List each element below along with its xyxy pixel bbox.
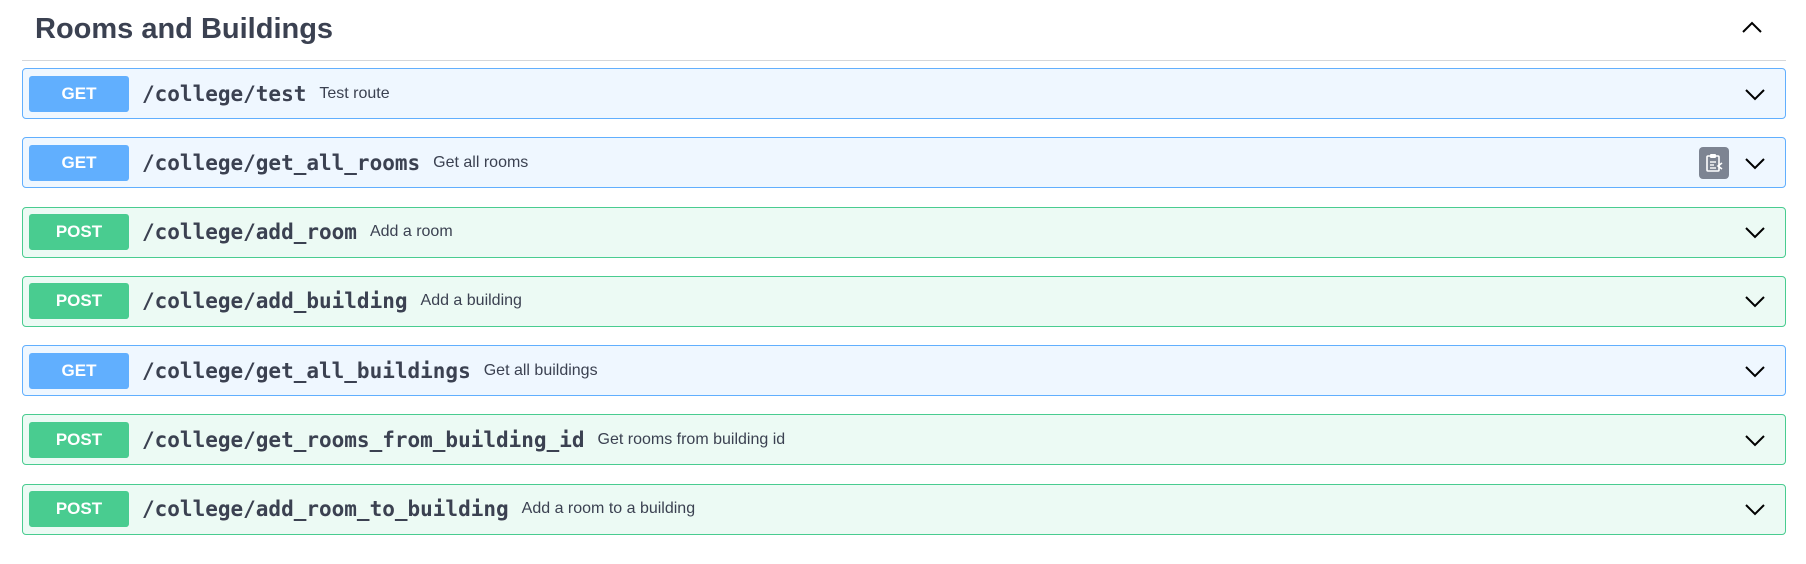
chevron-down-icon[interactable]	[1739, 147, 1771, 179]
chevron-down-icon[interactable]	[1739, 216, 1771, 248]
method-badge: GET	[29, 352, 129, 389]
operation-get-college-test[interactable]: GET /college/test Test route	[22, 68, 1786, 119]
chevron-up-icon[interactable]	[1732, 7, 1772, 47]
operation-path: /college/test	[142, 81, 307, 106]
operation-summary: Add a room	[369, 223, 453, 241]
tag-section-header[interactable]: Rooms and Buildings	[22, 0, 1786, 61]
method-badge: POST	[29, 283, 129, 320]
tag-section-rooms-and-buildings: Rooms and Buildings GET /college/test Te…	[22, 0, 1786, 553]
copy-to-clipboard-icon	[1706, 153, 1723, 172]
operation-path: /college/get_all_rooms	[142, 150, 421, 175]
operation-get-college-get-all-buildings[interactable]: GET /college/get_all_buildings Get all b…	[22, 345, 1786, 397]
operation-post-college-add-room-to-building[interactable]: POST /college/add_room_to_building Add a…	[22, 483, 1786, 535]
chevron-down-icon[interactable]	[1739, 78, 1771, 110]
operation-path: /college/add_building	[142, 289, 408, 314]
operations-list: GET /college/test Test route GET /colleg…	[22, 68, 1786, 535]
operation-summary: Test route	[319, 84, 390, 102]
operation-summary: Add a building	[420, 292, 522, 310]
operation-post-college-get-rooms-from-building-id[interactable]: POST /college/get_rooms_from_building_id…	[22, 414, 1786, 466]
operation-path: /college/get_rooms_from_building_id	[142, 427, 585, 452]
operation-summary: Get rooms from building id	[597, 430, 786, 448]
method-badge: POST	[29, 491, 129, 528]
copy-to-clipboard-button[interactable]	[1699, 146, 1729, 179]
chevron-down-icon[interactable]	[1739, 424, 1771, 456]
operation-post-college-add-building[interactable]: POST /college/add_building Add a buildin…	[22, 275, 1786, 327]
chevron-down-icon[interactable]	[1739, 493, 1771, 525]
operation-summary: Get all rooms	[433, 153, 529, 171]
method-badge: POST	[29, 421, 129, 458]
operation-path: /college/get_all_buildings	[142, 358, 471, 383]
operation-path: /college/add_room	[142, 220, 357, 245]
chevron-down-icon[interactable]	[1739, 285, 1771, 317]
operation-get-college-get-all-rooms[interactable]: GET /college/get_all_rooms Get all rooms	[22, 137, 1786, 189]
section-title: Rooms and Buildings	[35, 12, 334, 45]
operation-summary: Get all buildings	[483, 361, 598, 379]
chevron-down-icon[interactable]	[1739, 355, 1771, 387]
operation-path: /college/add_room_to_building	[142, 497, 509, 522]
method-badge: POST	[29, 214, 129, 251]
operation-post-college-add-room[interactable]: POST /college/add_room Add a room	[22, 206, 1786, 258]
method-badge: GET	[29, 144, 129, 181]
operation-summary: Add a room to a building	[521, 500, 696, 518]
method-badge: GET	[29, 75, 129, 112]
